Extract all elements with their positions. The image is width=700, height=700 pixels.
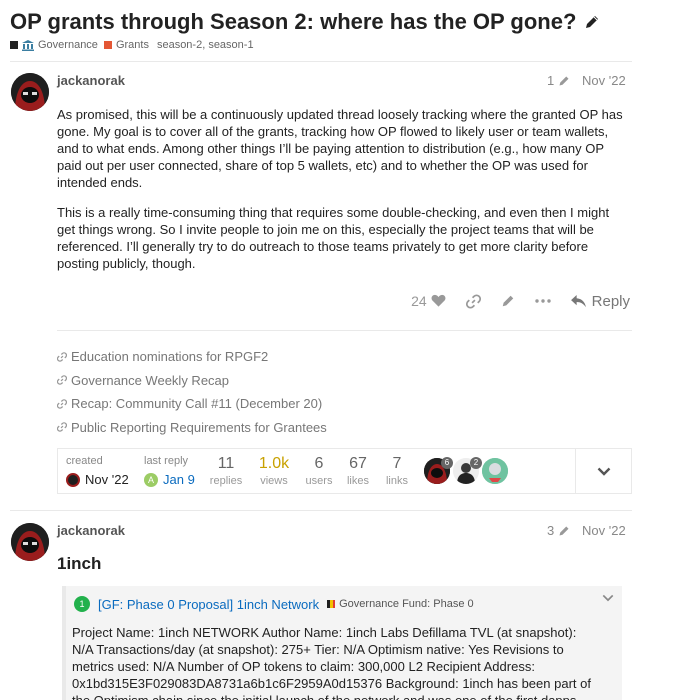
category-grants-label: Grants <box>115 39 149 51</box>
category-color-square <box>10 41 18 49</box>
edit-count: 3 <box>547 523 555 538</box>
user-avatar-icon <box>482 458 508 484</box>
replies-label: replies <box>209 475 243 487</box>
linked-topic-item[interactable]: Public Reporting Requirements for Grante… <box>57 416 627 440</box>
views-stat: 1.0k views <box>255 454 293 488</box>
linked-topic-label: Governance Weekly Recap <box>71 372 230 388</box>
expand-topic-map-button[interactable] <box>575 449 631 493</box>
onebox-preview: 1 [GF: Phase 0 Proposal] 1inch Network G… <box>62 586 622 700</box>
category-governance[interactable]: Governance <box>10 39 98 51</box>
links-num: 7 <box>392 455 402 472</box>
participant-post-count: 6 <box>441 457 453 469</box>
like-button[interactable]: 24 <box>411 293 446 309</box>
onebox-link[interactable]: [GF: Phase 0 Proposal] 1inch Network <box>98 597 319 612</box>
replies-stat: 11 replies <box>208 454 244 488</box>
linked-topic-label: Public Reporting Requirements for Grante… <box>71 419 327 435</box>
avatar[interactable] <box>11 523 49 561</box>
flag-icon <box>327 600 336 608</box>
category-grants[interactable]: Grants <box>103 39 149 51</box>
post-username[interactable]: jackanorak <box>57 523 125 538</box>
reply-icon <box>570 294 586 307</box>
last-reply-row[interactable]: A Jan 9 <box>144 472 195 487</box>
link-icon <box>57 375 67 386</box>
topic-title-text: OP grants through Season 2: where has th… <box>10 9 577 34</box>
link-icon[interactable] <box>465 293 481 309</box>
chevron-down-icon[interactable] <box>602 594 614 602</box>
created-row[interactable]: Nov '22 <box>66 472 129 487</box>
likes-label: likes <box>346 475 369 487</box>
linked-topic-item[interactable]: Governance Weekly Recap <box>57 369 627 393</box>
category-governance-label: Governance <box>38 39 98 51</box>
topic-tags[interactable]: season-2, season-1 <box>157 39 254 51</box>
post-heading: 1inch <box>57 554 102 573</box>
post-edit-indicator[interactable]: 3 <box>547 523 570 538</box>
onebox-header: 1 [GF: Phase 0 Proposal] 1inch Network G… <box>74 596 474 612</box>
linked-topics: Education nominations for RPGF2 Governan… <box>57 345 627 439</box>
divider <box>10 510 632 511</box>
created-date: Nov '22 <box>85 472 129 487</box>
pencil-icon[interactable] <box>584 14 600 30</box>
reply-label: Reply <box>591 292 630 310</box>
post-date[interactable]: Nov '22 <box>582 523 626 538</box>
post-number-badge: 1 <box>74 596 90 612</box>
users-label: users <box>305 475 333 487</box>
post-date[interactable]: Nov '22 <box>582 73 626 88</box>
likes-num: 67 <box>349 455 367 472</box>
post-username[interactable]: jackanorak <box>57 73 125 88</box>
likes-stat: 67 likes <box>343 454 373 488</box>
link-icon <box>57 422 67 433</box>
avatar <box>66 472 80 487</box>
last-reply-info: last reply A Jan 9 <box>144 455 195 487</box>
replies-num: 11 <box>217 455 235 472</box>
users-stat: 6 users <box>303 454 335 488</box>
participant-avatar[interactable] <box>482 458 508 484</box>
divider <box>57 330 632 331</box>
views-num: 1.0k <box>258 455 290 472</box>
category-color-square <box>103 41 112 49</box>
edit-count: 1 <box>547 73 555 88</box>
link-icon <box>57 398 67 409</box>
reply-button[interactable]: Reply <box>570 292 630 310</box>
last-reply-date: Jan 9 <box>163 472 195 487</box>
last-reply-label: last reply <box>144 455 189 467</box>
pencil-icon <box>559 526 569 535</box>
topic-header: OP grants through Season 2: where has th… <box>10 8 690 51</box>
onebox-category-label: Governance Fund: Phase 0 <box>339 598 474 610</box>
link-icon <box>57 351 67 362</box>
post-edit-indicator[interactable]: 1 <box>547 73 570 88</box>
user-avatar-icon <box>11 73 49 111</box>
linked-topic-label: Education nominations for RPGF2 <box>71 349 269 365</box>
avatar[interactable] <box>11 73 49 111</box>
participant-post-count: 2 <box>470 457 482 469</box>
links-stat: 7 links <box>382 454 412 488</box>
like-count: 24 <box>411 293 427 309</box>
building-icon <box>22 39 34 51</box>
topic-map: created Nov '22 last reply A Jan 9 11 re… <box>57 448 632 494</box>
linked-topic-label: Recap: Community Call #11 (December 20) <box>71 396 323 412</box>
created-info: created Nov '22 <box>66 455 129 487</box>
created-label: created <box>66 455 103 467</box>
onebox-excerpt: Project Name: 1inch NETWORK Author Name:… <box>72 625 591 700</box>
pencil-icon <box>559 76 569 85</box>
linked-topic-item[interactable]: Recap: Community Call #11 (December 20) <box>57 392 627 416</box>
onebox-category[interactable]: Governance Fund: Phase 0 <box>327 598 474 610</box>
divider <box>10 61 632 62</box>
user-avatar-icon <box>11 523 49 561</box>
pencil-icon[interactable] <box>501 294 515 308</box>
chevron-down-icon <box>597 467 610 476</box>
links-label: links <box>385 475 408 487</box>
post-paragraph: This is a really time-consuming thing th… <box>57 205 610 271</box>
post-actions: 24 Reply <box>380 290 630 312</box>
more-icon[interactable] <box>534 298 551 304</box>
post-paragraph: As promised, this will be a continuously… <box>57 107 623 190</box>
avatar: A <box>144 472 158 487</box>
post-body: As promised, this will be a continuously… <box>57 106 627 285</box>
users-num: 6 <box>314 455 324 472</box>
linked-topic-item[interactable]: Education nominations for RPGF2 <box>57 345 627 369</box>
heart-icon <box>431 294 446 307</box>
views-label: views <box>260 475 288 487</box>
topic-title[interactable]: OP grants through Season 2: where has th… <box>10 8 690 36</box>
topic-meta: Governance Grants season-2, season-1 <box>10 39 690 51</box>
